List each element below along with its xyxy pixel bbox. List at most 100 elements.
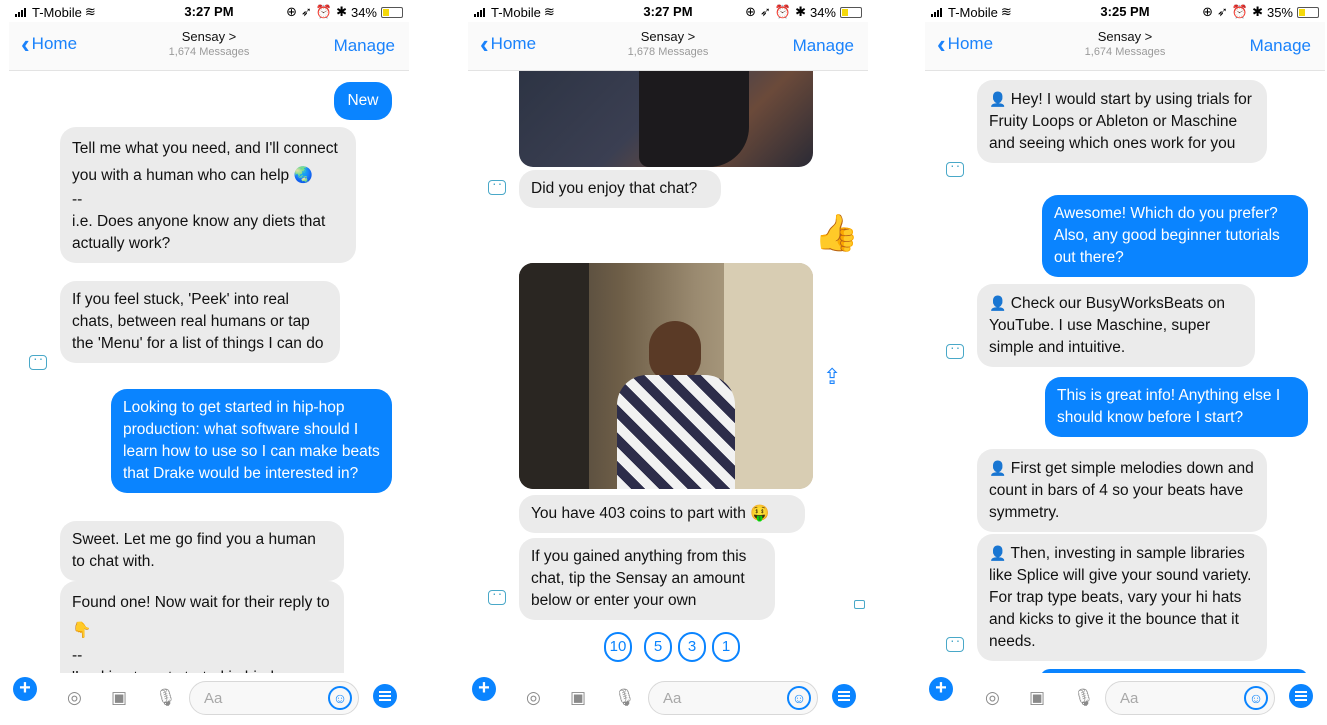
camera-icon[interactable]: ◎ [67,688,82,708]
message-text: Hey! I would start by using trials for F… [989,91,1252,152]
gif-image[interactable] [519,263,813,489]
gif-head [649,321,701,381]
phone-screen-1: T-Mobile ≋ 3:27 PM ⊕ ➶ ⏰ ✱ 34% ‹ Home Sen… [9,0,409,725]
camera-icon[interactable]: ◎ [985,688,1000,708]
gif-wall [724,263,813,489]
new-button[interactable]: New [334,82,392,120]
bot-icon [946,632,964,652]
battery-percent: 34% [809,4,836,20]
battery-percent: 34% [350,4,377,20]
manage-button[interactable]: Manage [1250,36,1311,56]
bot-icon [946,157,964,177]
message-text: Tell me what you need, and I'll connect … [72,140,338,184]
image-icon[interactable]: ▣ [1029,688,1045,708]
manage-button[interactable]: Manage [334,36,395,56]
share-icon[interactable]: ⇪ [823,364,841,390]
emoji-icon[interactable]: ☺ [1244,686,1268,710]
coin-option-1[interactable]: 1 [712,632,740,662]
person-icon: 👤 [989,460,1007,476]
read-receipt-icon [854,600,865,609]
message-bubble-outgoing: This is great info! Anything else I shou… [1045,377,1308,437]
gif-doorway [519,263,589,489]
plus-icon[interactable]: + [472,677,496,701]
menu-icon[interactable] [1289,684,1313,708]
nav-bar: ‹ Home Sensay > 1,678 Messages Manage [468,22,868,71]
message-bubble: If you gained anything from this chat, t… [519,538,775,620]
manage-button[interactable]: Manage [793,36,854,56]
gif-image[interactable] [519,71,813,167]
bot-icon [946,339,964,359]
gif-figure [639,71,749,167]
bot-icon [488,175,506,195]
lock-rotation-icon: ⊕ [1202,4,1213,19]
coin-option-3[interactable]: 3 [678,632,706,662]
status-right: ⊕ ➶ ⏰ ✱ 34% [745,4,862,20]
person-icon: 👤 [989,295,1007,311]
status-right: ⊕ ➶ ⏰ ✱ 34% [286,4,403,20]
location-icon: ➶ [300,4,312,19]
plus-icon[interactable]: + [929,677,953,701]
battery-icon [840,6,862,18]
bluetooth-icon: ✱ [336,4,347,19]
microphone-icon[interactable]: 🎙 [155,688,177,708]
alarm-icon: ⏰ [774,4,792,19]
phone-screen-3: T-Mobile ≋ 3:25 PM ⊕ ➶ ⏰ ✱ 35% ‹ Home Sen… [925,0,1325,725]
alarm-icon: ⏰ [1231,4,1249,19]
message-text: Then, investing in sample libraries like… [989,545,1252,650]
lock-rotation-icon: ⊕ [286,4,297,19]
lock-rotation-icon: ⊕ [745,4,756,19]
microphone-icon[interactable]: 🎙 [1073,688,1095,708]
input-placeholder: Aa [204,690,223,707]
message-bubble: 👤 Check our BusyWorksBeats on YouTube. I… [977,284,1255,367]
message-bubble: If you feel stuck, 'Peek' into real chat… [60,281,340,363]
status-bar: T-Mobile ≋ 3:25 PM ⊕ ➶ ⏰ ✱ 35% [925,0,1325,22]
person-icon: 👤 [989,545,1007,561]
message-bubble: Sweet. Let me go find you a human to cha… [60,521,344,581]
message-text: Check our BusyWorksBeats on YouTube. I u… [989,295,1225,356]
message-separator: -- [72,647,83,664]
phone-screen-2: T-Mobile ≋ 3:27 PM ⊕ ➶ ⏰ ✱ 34% ‹ Home Sen… [468,0,868,725]
camera-icon[interactable]: ◎ [526,688,541,708]
plus-icon[interactable]: + [13,677,37,701]
menu-icon[interactable] [832,684,856,708]
alarm-icon: ⏰ [315,4,333,19]
composer: + ◎ ▣ 🎙 Aa ☺ [468,673,868,725]
battery-icon [1297,6,1319,18]
input-placeholder: Aa [663,690,682,707]
microphone-icon[interactable]: 🎙 [614,688,636,708]
message-input[interactable]: Aa ☺ [648,681,818,715]
battery-percent: 35% [1266,4,1293,20]
gif-sweater [617,375,735,489]
image-icon[interactable]: ▣ [111,688,127,708]
message-input[interactable]: Aa ☺ [189,681,359,715]
input-placeholder: Aa [1120,690,1139,707]
emoji-icon[interactable]: ☺ [787,686,811,710]
location-icon: ➶ [759,4,771,19]
status-right: ⊕ ➶ ⏰ ✱ 35% [1202,4,1319,20]
message-input[interactable]: Aa ☺ [1105,681,1275,715]
thumbs-up-icon: 👍 [814,212,859,253]
message-bubble-outgoing: Awesome! Which do you prefer? Also, any … [1042,195,1308,277]
message-bubble: Did you enjoy that chat? [519,170,721,208]
emoji-icon[interactable]: ☺ [328,686,352,710]
bot-icon [488,585,506,605]
bluetooth-icon: ✱ [1252,4,1263,19]
message-text: i.e. Does anyone know any diets that act… [72,213,326,252]
message-text: First get simple melodies down and count… [989,460,1254,521]
message-bubble: 👤 Hey! I would start by using trials for… [977,80,1267,163]
coin-option-10[interactable]: 10 [604,632,632,662]
nav-bar: ‹ Home Sensay > 1,674 Messages Manage [9,22,409,71]
message-bubble-outgoing: Looking to get started in hip-hop produc… [111,389,392,493]
menu-icon[interactable] [373,684,397,708]
bot-icon [29,350,47,370]
image-icon[interactable]: ▣ [570,688,586,708]
message-text: Found one! Now wait for their reply to 👇 [72,594,330,639]
person-icon: 👤 [989,91,1007,107]
location-icon: ➶ [1216,4,1228,19]
coin-option-5[interactable]: 5 [644,632,672,662]
battery-icon [381,6,403,18]
message-bubble: Tell me what you need, and I'll connect … [60,127,356,263]
message-separator: -- [72,191,83,208]
bluetooth-icon: ✱ [795,4,806,19]
message-bubble: 👤 First get simple melodies down and cou… [977,449,1267,532]
